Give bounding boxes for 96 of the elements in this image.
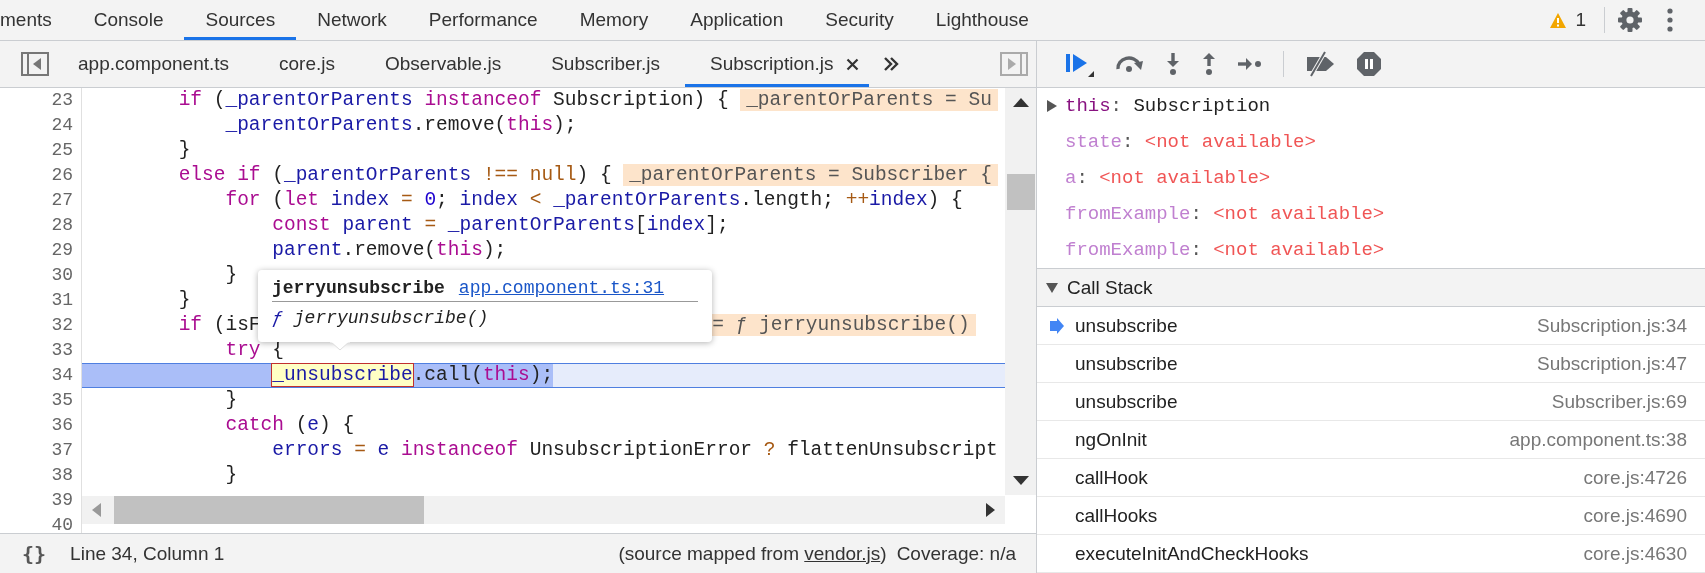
file-tab[interactable]: Subscriber.js (526, 41, 685, 87)
line-number: 27 (50, 189, 74, 212)
panel-tab[interactable]: Console (72, 0, 185, 40)
scope-variable-value: Subscription (1133, 95, 1271, 117)
panel-tab[interactable]: Security (804, 0, 915, 40)
code-line: } (177, 139, 191, 161)
cursor-position: Line 34, Column 1 (70, 542, 225, 565)
source-link[interactable]: app.component.ts:31 (458, 278, 665, 298)
line-number: 26 (50, 164, 74, 187)
code-line: else if (_parentOrParents !== null) { (177, 164, 612, 186)
code-line: catch (e) { (224, 414, 355, 436)
section-header[interactable]: Call Stack (1037, 268, 1705, 307)
more-tabs-icon[interactable] (882, 57, 899, 71)
menu-icon[interactable] (1667, 8, 1673, 32)
warning-icon (1549, 11, 1568, 29)
panel-tab[interactable]: Network (296, 0, 408, 40)
sidebar-toggle-icon[interactable] (21, 52, 49, 76)
line-number: 36 (50, 414, 74, 437)
code-line: for (let index = 0; index < _parentOrParents.length; ++index) { (224, 189, 963, 211)
call-frame[interactable]: unsubscribe Subscription.js:34 (1037, 307, 1705, 345)
call-frame[interactable]: ngOnInit app.component.ts:38 (1037, 421, 1705, 459)
code-line: _parentOrParents.remove(this); (224, 114, 577, 136)
call-frame[interactable]: unsubscribe Subscription.js:47 (1037, 345, 1705, 383)
expand-arrow-icon[interactable] (1047, 100, 1057, 112)
scroll-down-icon[interactable] (1012, 476, 1029, 485)
code-line: } (177, 289, 191, 311)
scroll-up-icon[interactable] (1012, 98, 1029, 107)
vertical-scrollbar[interactable] (1005, 88, 1036, 495)
code-line: } (224, 464, 238, 486)
code-line: errors = e instanceof UnsubscriptionError ? flattenUnsubscript (271, 439, 998, 461)
scope-variable-value: <not available> (1144, 131, 1316, 153)
code-line: const parent = _parentOrParents[index]; (271, 214, 729, 236)
line-number: 40 (50, 514, 74, 533)
line-number: 34 (50, 364, 74, 387)
scope-variable-value: <not available> (1213, 239, 1385, 261)
horizontal-scrollbar[interactable] (82, 496, 1005, 524)
call-frame[interactable]: callHooks core.js:4690 (1037, 497, 1705, 535)
line-number: 39 (50, 489, 74, 512)
scope-variable-value: <not available> (1213, 203, 1385, 225)
expand-arrow-icon[interactable] (1046, 282, 1058, 293)
panel-tab[interactable]: Application (669, 0, 805, 40)
inline-value: _parentOrParents = Subscriber { (623, 164, 998, 186)
line-number: 30 (50, 264, 74, 287)
function-signature: jerryunsubscribe() (293, 308, 489, 328)
warnings-button[interactable]: 1 (1537, 0, 1598, 40)
pause-on-exceptions-icon[interactable] (1356, 51, 1382, 77)
call-frame[interactable]: unsubscribe Subscriber.js:69 (1037, 383, 1705, 421)
section-title: Call Stack (1067, 276, 1153, 299)
step-icon[interactable] (1237, 57, 1263, 71)
close-icon[interactable] (845, 57, 859, 71)
scope-variable-name: fromExample: (1065, 203, 1202, 225)
source-link[interactable]: vendor.js (804, 542, 881, 564)
panel-tab[interactable]: Memory (558, 0, 670, 40)
scope-variable-name: state: (1065, 131, 1134, 153)
debugger-toggle-icon[interactable] (1000, 52, 1028, 76)
function-name: jerryunsubscribe (272, 278, 445, 298)
code-line: if (isF (177, 314, 261, 336)
line-number: 29 (50, 239, 74, 262)
code-line: parent.remove(this); (271, 239, 507, 261)
deactivate-breakpoints-icon[interactable] (1304, 51, 1336, 77)
code-line: if (_parentOrParents instanceof Subscription) { (177, 89, 729, 111)
step-over-icon[interactable] (1115, 54, 1145, 74)
code-line: } (224, 389, 238, 411)
scrollbar-thumb[interactable] (114, 496, 424, 524)
function-marker: ƒ (272, 308, 283, 328)
scope-variable-name: a: (1065, 167, 1088, 189)
step-out-icon[interactable] (1201, 52, 1217, 76)
line-number: 37 (50, 439, 74, 462)
pretty-print-button[interactable]: {} (22, 541, 47, 566)
source-map-note: (source mapped from vendor.js) (618, 542, 887, 565)
panel-tab[interactable]: Performance (407, 0, 559, 40)
scrollbar-thumb[interactable] (1006, 174, 1035, 210)
call-frame[interactable]: callHook core.js:4726 (1037, 459, 1705, 497)
line-number: 35 (50, 389, 74, 412)
coverage-label: Coverage: n/a (896, 542, 1016, 565)
panel-tab[interactable]: ments (0, 0, 73, 40)
code-line: } (224, 264, 238, 286)
call-frame[interactable]: executeInitAndCheckHooks core.js:4630 (1037, 535, 1705, 573)
line-number: 23 (50, 89, 74, 112)
line-number: 28 (50, 214, 74, 237)
step-into-icon[interactable] (1165, 52, 1181, 76)
file-tab[interactable]: core.js (254, 41, 360, 87)
line-number: 31 (50, 289, 74, 312)
line-number: 38 (50, 464, 74, 487)
file-tab[interactable]: app.component.ts (53, 41, 255, 87)
line-number: 24 (50, 114, 74, 137)
file-tab[interactable]: Observable.js (360, 41, 527, 87)
line-number: 32 (50, 314, 74, 337)
scope-variable-name: fromExample: (1065, 239, 1202, 261)
scope-variable-name: this: (1065, 95, 1122, 117)
panel-tab[interactable]: Lighthouse (914, 0, 1050, 40)
scroll-right-icon[interactable] (985, 503, 995, 517)
line-number: 25 (50, 139, 74, 162)
inline-value: _parentOrParents = Su (740, 89, 998, 111)
line-number: 33 (50, 339, 74, 362)
scope-variable-value: <not available> (1099, 167, 1271, 189)
